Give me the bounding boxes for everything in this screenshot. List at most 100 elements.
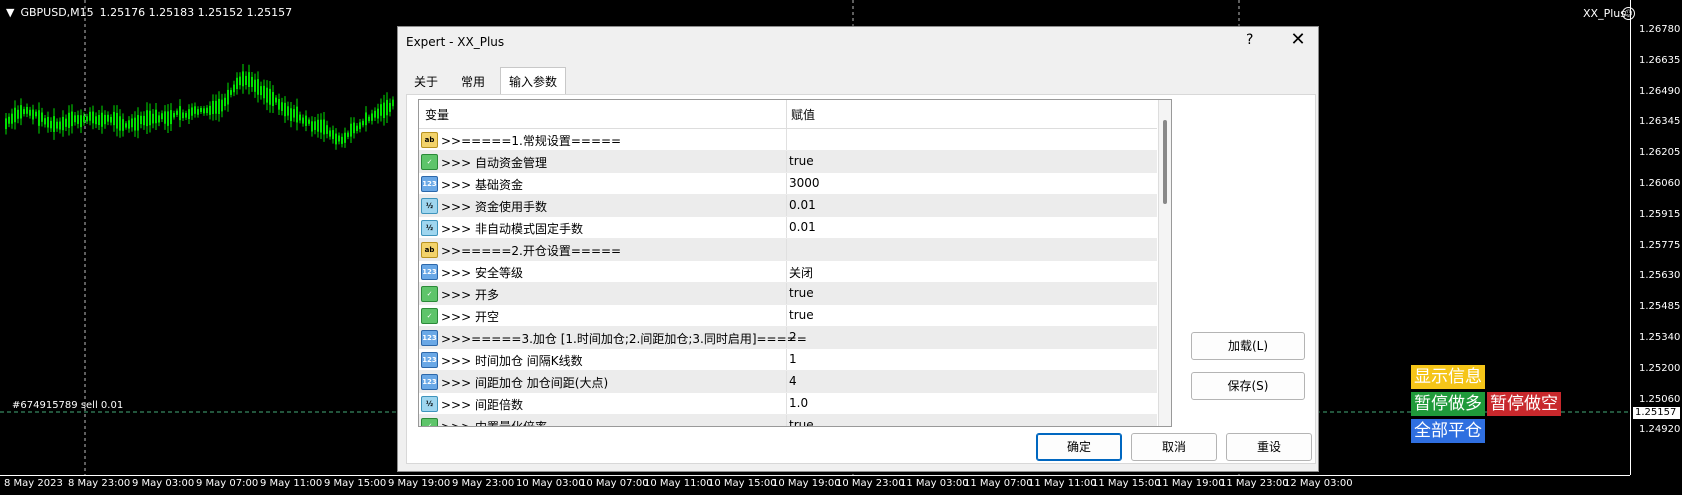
expert-dialog: Expert - XX_Plus ? ✕ 关于 常用 输入参数 变量 赋值 ab… (397, 26, 1319, 472)
candle-body (134, 117, 136, 131)
candle-body (341, 136, 343, 144)
param-value[interactable]: 4 (789, 374, 797, 388)
param-name: >>> 开空 (441, 310, 499, 324)
param-value[interactable]: 1.0 (789, 396, 808, 410)
candle-body (131, 118, 133, 128)
candle-body (236, 77, 238, 89)
time-tick: 12 May 03:00 (1284, 478, 1353, 489)
param-value[interactable]: 0.01 (789, 198, 816, 212)
param-value[interactable]: true (789, 154, 814, 168)
time-tick: 10 May 23:00 (836, 478, 905, 489)
candle-body (47, 116, 49, 128)
help-button[interactable]: ? (1246, 32, 1253, 48)
candle-body (122, 119, 124, 131)
current-price-tag: 1.25157 (1633, 407, 1680, 419)
parameters-grid: 变量 赋值 ab >>=====1.常规设置===== ✓ >>> 自动资金管理 tru… (418, 99, 1172, 427)
candle-body (281, 102, 283, 111)
ok-button[interactable]: 确定 (1036, 433, 1122, 461)
candle-body (68, 112, 70, 128)
candle-body (374, 110, 376, 118)
price-tick: 1.26060 (1639, 178, 1681, 189)
candle-body (71, 111, 73, 127)
parameter-row[interactable]: ✓ >>> 自动资金管理 true (419, 151, 1157, 173)
show-info-button[interactable]: 显示信息 (1411, 365, 1485, 389)
candle-body (272, 92, 274, 107)
candle-body (260, 86, 262, 96)
candle-body (239, 76, 241, 86)
close-button[interactable]: ✕ (1286, 29, 1310, 50)
param-value[interactable]: 3000 (789, 176, 820, 190)
candle-body (38, 110, 40, 126)
scroll-thumb[interactable] (1163, 120, 1167, 204)
time-axis: 8 May 2023 8 May 23:00 9 May 03:00 9 May 07… (0, 475, 1630, 495)
tab-inputs[interactable]: 输入参数 (500, 67, 567, 96)
candle-body (203, 108, 205, 114)
candle-body (26, 106, 28, 114)
parameter-row[interactable]: ½ >>> 间距倍数 1.0 (419, 393, 1157, 415)
candle-body (392, 99, 394, 107)
candle-body (92, 111, 94, 124)
price-tick: 1.26780 (1639, 24, 1681, 35)
param-name: >>> 安全等级 (441, 266, 523, 280)
param-value[interactable]: true (789, 418, 814, 426)
candle-body (311, 121, 313, 132)
parameter-row[interactable]: 123 >>> 基础资金 3000 (419, 173, 1157, 195)
close-all-button[interactable]: 全部平仓 (1411, 419, 1485, 443)
reset-button[interactable]: 重设 (1226, 433, 1312, 461)
load-button[interactable]: 加载(L) (1191, 332, 1305, 360)
column-header-name[interactable]: 变量 (425, 106, 449, 123)
tab-common[interactable]: 常用 (453, 71, 493, 95)
candle-body (176, 110, 178, 115)
parameter-row[interactable]: ½ >>> 资金使用手数 0.01 (419, 195, 1157, 217)
time-tick: 11 May 11:00 (1028, 478, 1097, 489)
candle-body (386, 99, 388, 116)
parameter-row[interactable]: ab >>=====1.常规设置===== (419, 129, 1157, 151)
parameter-row[interactable]: 123 >>>=====3.加仓 [1.时间加仓;2.间距加仓;3.同时启用]==… (419, 327, 1157, 349)
param-value[interactable]: true (789, 308, 814, 322)
price-tick: 1.25485 (1639, 301, 1681, 313)
candle-body (302, 117, 304, 124)
candle-body (368, 116, 370, 122)
dialog-title: Expert - XX_Plus (406, 35, 505, 49)
price-tick: 1.25915 (1639, 208, 1681, 220)
save-button[interactable]: 保存(S) (1191, 372, 1305, 400)
candle-body (344, 132, 346, 143)
cancel-button[interactable]: 取消 (1131, 433, 1217, 461)
candle-body (317, 119, 319, 132)
pause-buy-button[interactable]: 暂停做多 (1411, 392, 1485, 416)
candle-body (314, 121, 316, 130)
param-value[interactable]: 关闭 (789, 264, 813, 281)
parameter-row[interactable]: ✓ >>> 内置量化倍率 true (419, 415, 1157, 426)
parameter-row[interactable]: ab >>=====2.开仓设置===== (419, 239, 1157, 261)
parameter-row[interactable]: 123 >>> 安全等级 关闭 (419, 261, 1157, 283)
parameter-row[interactable]: ✓ >>> 开多 true (419, 283, 1157, 305)
parameter-row[interactable]: 123 >>> 间距加仓 加仓间距(大点) 4 (419, 371, 1157, 393)
time-tick: 9 May 03:00 (132, 478, 195, 489)
time-tick: 9 May 11:00 (260, 478, 323, 489)
column-header-value[interactable]: 赋值 (791, 106, 815, 123)
candle-body (212, 100, 214, 115)
candle-body (20, 105, 22, 119)
param-value[interactable]: 0.01 (789, 220, 816, 234)
pause-sell-button[interactable]: 暂停做空 (1487, 392, 1561, 416)
param-name: >>> 时间加仓 间隔K线数 (441, 354, 583, 368)
candle-body (191, 107, 193, 116)
tab-about[interactable]: 关于 (406, 71, 446, 95)
vertical-scrollbar[interactable] (1158, 100, 1171, 426)
candle-body (59, 121, 61, 130)
parameter-row[interactable]: 123 >>> 时间加仓 间隔K线数 1 (419, 349, 1157, 371)
candle-body (278, 98, 280, 110)
candle-body (233, 84, 235, 93)
candle-body (83, 115, 85, 123)
parameter-row[interactable]: ✓ >>> 开空 true (419, 305, 1157, 327)
param-type-int-icon: 123 (421, 330, 438, 346)
dropdown-icon[interactable]: ▼ (6, 6, 14, 19)
param-value[interactable]: true (789, 286, 814, 300)
param-value[interactable]: 2 (789, 330, 797, 344)
parameter-row[interactable]: ½ >>> 非自动模式固定手数 0.01 (419, 217, 1157, 239)
param-type-int-icon: 123 (421, 374, 438, 390)
param-value[interactable]: 1 (789, 352, 797, 366)
time-tick: 8 May 2023 (4, 478, 63, 489)
candle-body (110, 116, 112, 123)
candle-body (170, 110, 172, 125)
